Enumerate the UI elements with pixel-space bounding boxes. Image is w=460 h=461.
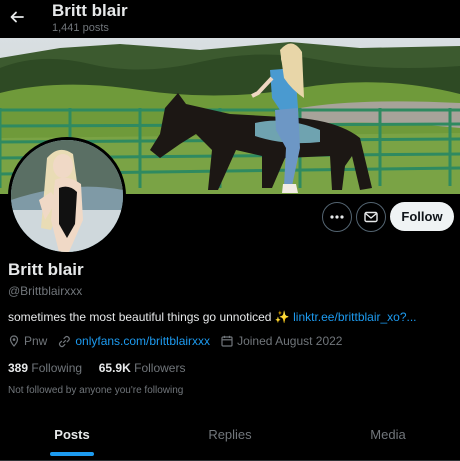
link-icon: [59, 335, 71, 347]
not-followed-note: Not followed by anyone you're following: [8, 385, 184, 396]
followers-link[interactable]: 65.9K Followers: [99, 361, 186, 375]
bio-link[interactable]: linktr.ee/brittblair_xo?...: [293, 310, 416, 324]
follow-button[interactable]: Follow: [390, 202, 454, 231]
avatar[interactable]: [8, 137, 126, 255]
top-bar: Britt blair 1,441 posts: [0, 0, 460, 38]
following-label: Following: [31, 361, 83, 375]
calendar-icon: [221, 335, 233, 347]
message-button[interactable]: [356, 202, 386, 232]
following-link[interactable]: 389 Following: [8, 361, 82, 375]
following-count: 389: [8, 361, 29, 375]
profile-bio: sometimes the most beautiful things go u…: [8, 310, 417, 324]
profile-handle: @Brittblairxxx: [8, 284, 83, 298]
followers-count: 65.9K: [98, 361, 131, 375]
joined-item: Joined August 2022: [221, 334, 342, 348]
location-item: Pnw: [8, 334, 47, 348]
sparkle-emoji: ✨: [274, 310, 290, 324]
follow-stats: 389 Following 65.9K Followers: [8, 361, 185, 375]
more-button[interactable]: [322, 202, 352, 232]
joined-text: Joined August 2022: [237, 334, 343, 348]
bio-text: sometimes the most beautiful things go u…: [8, 310, 272, 324]
location-icon: [9, 335, 19, 347]
back-arrow-icon: [10, 11, 24, 23]
avatar-photo: [11, 140, 123, 252]
profile-meta: Pnw onlyfans.com/brittblairxxx Joined Au…: [8, 334, 353, 348]
tab-media[interactable]: Media: [316, 410, 460, 458]
website-item: onlyfans.com/brittblairxxx: [58, 334, 210, 348]
more-icon: [330, 215, 344, 219]
tab-posts[interactable]: Posts: [0, 410, 144, 458]
profile-tabs: Posts Replies Media: [0, 410, 460, 461]
website-link[interactable]: onlyfans.com/brittblairxxx: [75, 334, 210, 348]
back-button[interactable]: [6, 6, 28, 28]
followers-label: Followers: [134, 361, 186, 375]
header-name: Britt blair: [52, 1, 128, 20]
location-text: Pnw: [24, 334, 48, 348]
message-icon: [364, 211, 378, 223]
active-tab-indicator: [50, 452, 94, 456]
header-post-count: 1,441 posts: [52, 22, 109, 34]
profile-name: Britt blair: [8, 260, 84, 279]
tab-replies[interactable]: Replies: [158, 410, 302, 458]
